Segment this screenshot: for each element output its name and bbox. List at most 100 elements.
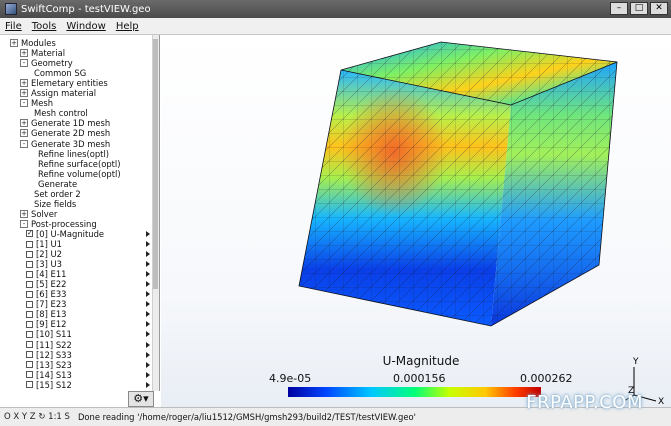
tree-item[interactable]: [11] S22: [26, 340, 72, 350]
status-message: Done reading '/home/roger/a/liu1512/GMSH…: [77, 412, 416, 422]
tree-item[interactable]: Refine volume(optl): [38, 169, 121, 179]
tree-item[interactable]: [10] S11: [26, 329, 72, 339]
tree-item[interactable]: Size fields: [34, 199, 76, 209]
view-visibility-checkbox[interactable]: [26, 260, 33, 268]
tree-expander-icon[interactable]: +: [20, 79, 28, 88]
view-visibility-checkbox[interactable]: [26, 381, 33, 389]
tree-item-label: [5] E22: [36, 279, 67, 290]
menu-help[interactable]: Help: [111, 21, 144, 32]
axis-x-label: X: [658, 397, 664, 405]
tree-item[interactable]: - Generate 3D mesh: [20, 139, 110, 149]
tree-item[interactable]: Mesh control: [34, 108, 88, 118]
view-visibility-checkbox[interactable]: [26, 351, 33, 359]
view-visibility-checkbox[interactable]: [26, 341, 33, 348]
tree-item[interactable]: [4] E11: [26, 269, 66, 279]
tree-item[interactable]: + Elemetary entities: [20, 78, 108, 88]
tree-item[interactable]: + Solver: [20, 209, 57, 219]
tree-expander-icon[interactable]: +: [10, 39, 18, 47]
tree-item[interactable]: [9] E12: [26, 319, 66, 329]
view-visibility-checkbox[interactable]: [26, 310, 33, 318]
view-visibility-checkbox[interactable]: [26, 320, 33, 328]
view-orientation-buttons[interactable]: O X Y Z ↻ 1:1 S: [4, 412, 70, 422]
tree-expander-icon[interactable]: +: [20, 119, 28, 128]
tree-item[interactable]: + Generate 2D mesh: [20, 128, 110, 138]
view-options-arrow-icon[interactable]: [146, 371, 150, 378]
tree-item-label: [10] S11: [36, 329, 72, 340]
tree-item[interactable]: + Material: [20, 48, 65, 58]
tree-item[interactable]: + Modules: [10, 38, 56, 48]
view-visibility-checkbox[interactable]: [26, 280, 33, 288]
tree-item[interactable]: [15] S12: [26, 380, 72, 390]
tree-expander-icon[interactable]: +: [20, 89, 28, 98]
menu-file[interactable]: File: [0, 21, 27, 32]
view-options-arrow-icon[interactable]: [146, 311, 150, 318]
tree-item-label: [6] E33: [36, 289, 67, 300]
tree-item[interactable]: - Geometry: [20, 58, 73, 68]
tree-item[interactable]: Set order 2: [34, 189, 81, 199]
view-options-arrow-icon[interactable]: [146, 341, 150, 348]
view-options-arrow-icon[interactable]: [146, 230, 150, 237]
tree-expander-icon[interactable]: +: [20, 129, 28, 138]
tree-item[interactable]: Generate: [38, 179, 77, 189]
view-options-arrow-icon[interactable]: [146, 271, 150, 278]
view-options-arrow-icon[interactable]: [146, 291, 150, 298]
window-controls: – □ ✕: [610, 2, 668, 15]
tree-item[interactable]: [3] U3: [26, 259, 62, 269]
tree-expander-icon[interactable]: -: [20, 99, 28, 108]
tree-item[interactable]: Refine surface(optl): [38, 159, 121, 169]
view-visibility-checkbox[interactable]: [26, 361, 33, 369]
tree-item[interactable]: [2] U2: [26, 249, 62, 259]
view-visibility-checkbox[interactable]: [26, 330, 33, 338]
tree-item[interactable]: + Generate 1D mesh: [20, 118, 110, 128]
tree-expander-icon[interactable]: -: [20, 139, 28, 148]
view-options-arrow-icon[interactable]: [146, 301, 150, 308]
view-visibility-checkbox[interactable]: [26, 290, 33, 298]
view-options-arrow-icon[interactable]: [146, 381, 150, 388]
view-visibility-checkbox[interactable]: [26, 250, 33, 258]
tree-item[interactable]: [7] E23: [26, 299, 66, 309]
tree-item[interactable]: [1] U1: [26, 239, 62, 249]
close-button[interactable]: ✕: [650, 2, 668, 15]
tree-expander-icon[interactable]: +: [20, 49, 28, 58]
tree-item[interactable]: [13] S23: [26, 360, 72, 370]
view-options-arrow-icon[interactable]: [146, 251, 150, 258]
tree-item[interactable]: - Post-processing: [20, 219, 97, 229]
menu-window[interactable]: Window: [61, 21, 110, 32]
gear-menu-button[interactable]: ⚙▾: [128, 391, 154, 407]
tree-item-label: Common SG: [34, 68, 87, 79]
tree-expander-icon[interactable]: +: [20, 209, 28, 218]
tree-item[interactable]: [12] S33: [26, 350, 72, 360]
tree-item-label: [2] U2: [36, 249, 62, 260]
tree-item[interactable]: [14] S13: [26, 370, 72, 380]
view-options-arrow-icon[interactable]: [146, 241, 150, 247]
tree-expander-icon[interactable]: -: [20, 219, 28, 228]
tree-item[interactable]: + Assign material: [20, 88, 96, 98]
view-visibility-checkbox[interactable]: [26, 371, 33, 379]
scrollbar-thumb[interactable]: [153, 39, 158, 289]
view-options-arrow-icon[interactable]: [146, 331, 150, 338]
tree-expander-icon[interactable]: -: [20, 59, 28, 68]
view-options-arrow-icon[interactable]: [146, 281, 150, 288]
tree-item-label: Generate 1D mesh: [31, 118, 111, 129]
view-options-arrow-icon[interactable]: [146, 351, 150, 358]
tree-item[interactable]: [8] E13: [26, 309, 66, 319]
minimize-button[interactable]: –: [610, 2, 628, 15]
tree-scrollbar[interactable]: [152, 35, 159, 391]
tree-item[interactable]: Common SG: [34, 68, 86, 78]
view-visibility-checkbox[interactable]: [26, 240, 33, 248]
tree-item[interactable]: ✓ [0] U-Magnitude: [26, 229, 104, 239]
view-visibility-checkbox[interactable]: ✓: [26, 230, 33, 238]
tree-item-label: Generate: [38, 178, 78, 189]
view-visibility-checkbox[interactable]: [26, 270, 33, 278]
maximize-button[interactable]: □: [630, 2, 648, 15]
graphics-viewport[interactable]: U-Magnitude 4.9e-05 0.000156 0.000262 Y …: [161, 35, 671, 407]
tree-item[interactable]: - Mesh: [20, 98, 53, 108]
menu-tools[interactable]: Tools: [27, 21, 62, 32]
tree-item[interactable]: [6] E33: [26, 289, 66, 299]
view-options-arrow-icon[interactable]: [146, 261, 150, 268]
view-options-arrow-icon[interactable]: [146, 321, 150, 328]
tree-item[interactable]: [5] E22: [26, 279, 66, 289]
view-visibility-checkbox[interactable]: [26, 300, 33, 308]
view-options-arrow-icon[interactable]: [146, 361, 150, 368]
tree-item[interactable]: Refine lines(optl): [38, 149, 109, 159]
